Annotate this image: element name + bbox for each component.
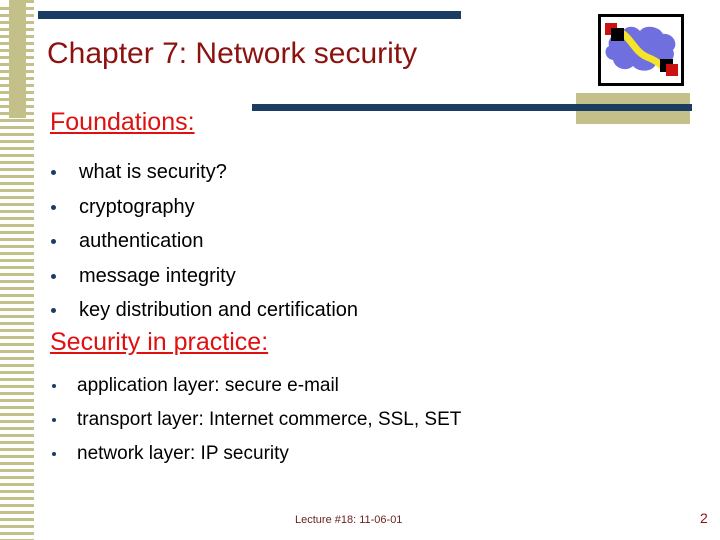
list-item: authentication [48, 224, 358, 259]
bullet-dot-icon [51, 204, 56, 210]
endpoint-red-bottom [666, 64, 678, 76]
slide-canvas: Chapter 7: Network security Foundations:… [0, 0, 720, 540]
page-title: Chapter 7: Network security [47, 37, 418, 70]
list-item-label: key distribution and certification [79, 299, 359, 321]
list-item: network layer: IP security [48, 437, 461, 471]
list-item: cryptography [48, 190, 358, 225]
list-item: what is security? [48, 155, 358, 190]
list-item-label: application layer: secure e-mail [77, 375, 339, 396]
list-item-label: transport layer: Internet commerce, SSL,… [77, 409, 462, 430]
bullet-dot-icon [51, 273, 56, 279]
list-item: application layer: secure e-mail [48, 369, 461, 403]
footer-lecture-note: Lecture #18: 11-06-01 [295, 514, 403, 526]
bullet-dot-icon [52, 452, 56, 456]
section-heading-security-in-practice: Security in practice: [50, 328, 269, 356]
bullet-list-security-in-practice: application layer: secure e-mail transpo… [48, 369, 461, 471]
list-item-label: what is security? [79, 161, 227, 183]
network-cloud-logo [598, 14, 684, 86]
list-item: key distribution and certification [48, 293, 358, 328]
mid-divider-rule [252, 104, 692, 111]
list-item-label: authentication [79, 230, 204, 252]
bullet-dot-icon [51, 239, 56, 244]
list-item-label: network layer: IP security [77, 443, 289, 464]
bullet-dot-icon [52, 384, 56, 388]
footer-page-number: 2 [700, 510, 708, 526]
top-divider-rule [38, 11, 461, 19]
bullet-dot-icon [51, 308, 56, 313]
left-stripe-top-mask [0, 0, 9, 6]
list-item-label: cryptography [79, 195, 195, 218]
list-item-label: message integrity [79, 264, 236, 287]
left-accent-bar [9, 0, 26, 118]
list-item: message integrity [48, 259, 358, 294]
bullet-list-foundations: what is security? cryptography authentic… [48, 155, 358, 328]
bullet-dot-icon [51, 170, 56, 175]
endpoint-black-top [611, 28, 624, 41]
bullet-dot-icon [52, 418, 56, 422]
section-heading-foundations: Foundations: [50, 108, 195, 136]
list-item: transport layer: Internet commerce, SSL,… [48, 403, 461, 437]
